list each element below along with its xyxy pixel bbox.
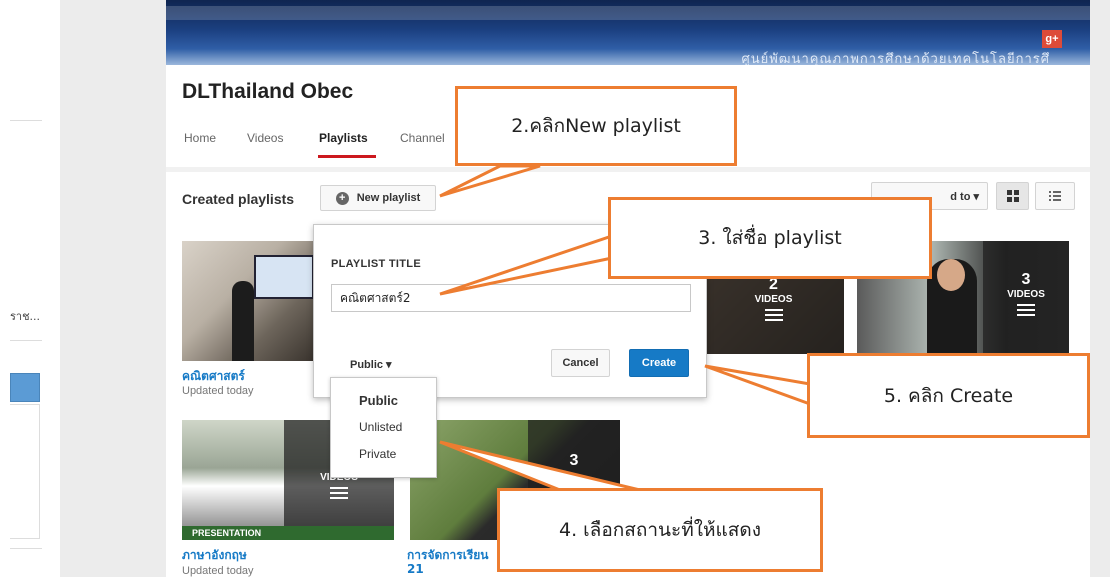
playlist-updated: Updated today — [182, 385, 254, 397]
privacy-menu: Public Unlisted Private — [330, 377, 437, 478]
presenter-face — [937, 259, 965, 291]
playlist-title-label: PLAYLIST TITLE — [331, 258, 421, 270]
privacy-option-public[interactable]: Public — [359, 393, 398, 408]
whiteboard-image — [254, 255, 313, 299]
callout-step5: 5. คลิก Create — [807, 353, 1090, 438]
playlist-icon — [330, 487, 348, 499]
playlist-thumbnail[interactable]: 2 VIDEOS — [703, 276, 844, 354]
list-view-button[interactable] — [1035, 182, 1075, 210]
google-plus-icon[interactable]: g+ — [1042, 30, 1062, 48]
tab-home[interactable]: Home — [184, 131, 216, 145]
plus-icon: + — [335, 191, 349, 205]
playlist-title[interactable]: คณิตศาสตร์ — [182, 367, 245, 386]
playlist-icon — [764, 309, 783, 321]
callout-step4: 4. เลือกสถานะที่ให้แสดง — [497, 488, 823, 572]
privacy-dropdown[interactable]: Public ▾ — [350, 358, 392, 371]
video-count: 3 — [1021, 271, 1031, 288]
active-tab-indicator — [318, 155, 376, 158]
grid-view-button[interactable] — [996, 182, 1029, 210]
header-separator — [166, 167, 1090, 172]
tab-playlists[interactable]: Playlists — [319, 131, 368, 145]
list-icon — [1049, 191, 1061, 201]
tab-channels[interactable]: Channel — [400, 131, 445, 145]
create-button[interactable]: Create — [629, 349, 689, 377]
video-count-overlay: 3 VIDEOS — [983, 241, 1069, 354]
tab-videos[interactable]: Videos — [247, 131, 283, 145]
new-playlist-label: New playlist — [356, 192, 421, 204]
playlist-thumbnail[interactable] — [182, 241, 313, 361]
divider — [10, 340, 42, 341]
cancel-button[interactable]: Cancel — [551, 349, 610, 377]
sidebar-item-label[interactable]: ราช... — [10, 307, 40, 325]
playlist-title[interactable]: ภาษาอังกฤษ — [182, 546, 247, 565]
divider — [10, 548, 42, 549]
grid-icon — [1006, 190, 1019, 202]
channel-banner: g+ ศูนย์พัฒนาคุณภาพการศึกษาด้วยเทคโนโลยี… — [166, 0, 1090, 65]
videos-label: VIDEOS — [754, 294, 793, 305]
banner-subtitle: ศูนย์พัฒนาคุณภาพการศึกษาด้วยเทคโนโลยีการ… — [741, 52, 1050, 65]
banner-art — [166, 6, 1090, 20]
left-sidebar: ราช... — [0, 0, 60, 577]
sidebar-button[interactable] — [10, 373, 40, 402]
playlist-updated: Updated today — [182, 565, 254, 577]
presentation-caption: PRESENTATION — [182, 526, 394, 540]
callout-step3: 3. ใส่ชื่อ playlist — [608, 197, 932, 279]
teacher-image — [232, 281, 254, 361]
playlist-icon — [1017, 304, 1035, 316]
playlist-title-line2[interactable]: 21 — [407, 562, 424, 576]
privacy-option-unlisted[interactable]: Unlisted — [359, 420, 402, 434]
new-playlist-button[interactable]: + New playlist — [320, 185, 436, 211]
sort-label: d to ▾ — [950, 190, 979, 203]
divider — [10, 120, 42, 121]
playlist-title-input[interactable] — [331, 284, 691, 312]
sidebar-panel — [10, 404, 40, 539]
videos-label: VIDEOS — [1007, 289, 1045, 300]
privacy-option-private[interactable]: Private — [359, 447, 396, 461]
video-count-overlay: 2 VIDEOS — [703, 276, 844, 354]
callout-step2: 2.คลิกNew playlist — [455, 86, 737, 166]
channel-title[interactable]: DLThailand Obec — [182, 80, 353, 104]
video-count: 3 — [569, 452, 579, 469]
section-title: Created playlists — [182, 191, 295, 207]
